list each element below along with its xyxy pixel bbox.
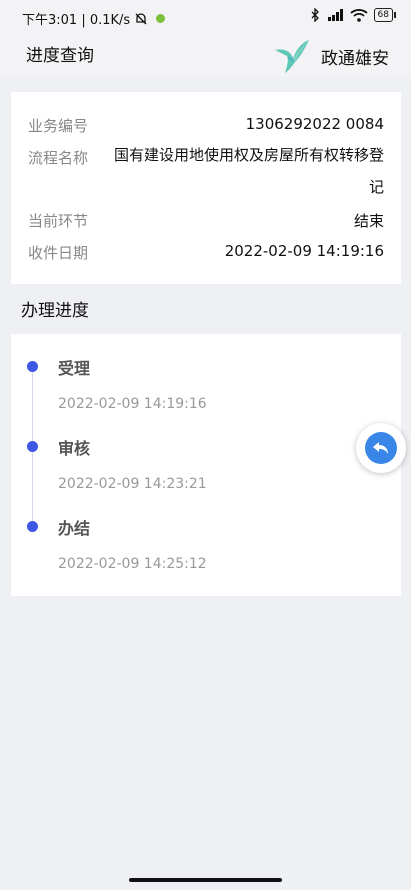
battery-level: 68 <box>377 10 389 20</box>
progress-section-title: 办理进度 <box>21 301 89 321</box>
info-row-process-name: 流程名称 国有建设用地使用权及房屋所有权转移登记 <box>28 146 384 207</box>
back-floating-button[interactable] <box>356 423 406 473</box>
step-time: 2022-02-09 14:19:16 <box>58 396 207 412</box>
info-value: 国有建设用地使用权及房屋所有权转移登记 <box>113 146 384 196</box>
app-header: 进度查询 政通雄安 <box>0 34 411 76</box>
signal-icon <box>327 9 343 21</box>
status-bar: 下午3:01 | 0.1K/s 68 <box>0 0 411 34</box>
info-value: 结束 <box>353 212 384 230</box>
info-value: 1306292022 0084 <box>245 115 384 133</box>
status-time-speed: 下午3:01 | 0.1K/s <box>22 13 131 28</box>
progress-card: 受理 2022-02-09 14:19:16 审核 2022-02-09 14:… <box>11 334 401 596</box>
info-label: 收件日期 <box>28 244 89 262</box>
status-bar-right: 68 <box>310 8 397 22</box>
timeline-dot <box>27 441 38 452</box>
mute-bell-icon <box>135 12 147 24</box>
brand-name: 政通雄安 <box>321 48 389 69</box>
back-floating-button-inner[interactable] <box>365 432 397 464</box>
home-indicator[interactable] <box>129 878 282 882</box>
step-name: 办结 <box>58 519 91 538</box>
wifi-icon <box>349 8 368 22</box>
step-name: 审核 <box>58 439 91 458</box>
step-time: 2022-02-09 14:25:12 <box>58 556 207 572</box>
info-label: 当前环节 <box>28 212 89 230</box>
page-title: 进度查询 <box>26 46 94 66</box>
status-bar-left: 下午3:01 | 0.1K/s <box>22 9 166 28</box>
info-label: 业务编号 <box>28 117 89 135</box>
step-name: 受理 <box>58 359 91 378</box>
info-label: 流程名称 <box>28 149 89 167</box>
step-time: 2022-02-09 14:23:21 <box>58 476 207 492</box>
bird-logo-icon <box>275 40 309 73</box>
bluetooth-icon <box>311 8 319 22</box>
info-card: 业务编号 1306292022 0084 流程名称 国有建设用地使用权及房屋所有… <box>11 92 401 284</box>
back-arrow-icon <box>373 442 388 454</box>
info-value: 2022-02-09 14:19:16 <box>224 242 384 260</box>
app-notification-icon <box>156 14 166 23</box>
brand: 政通雄安 <box>273 38 389 74</box>
battery-icon: 68 <box>373 8 397 22</box>
timeline-dot <box>27 521 38 532</box>
timeline-dot <box>27 361 38 372</box>
